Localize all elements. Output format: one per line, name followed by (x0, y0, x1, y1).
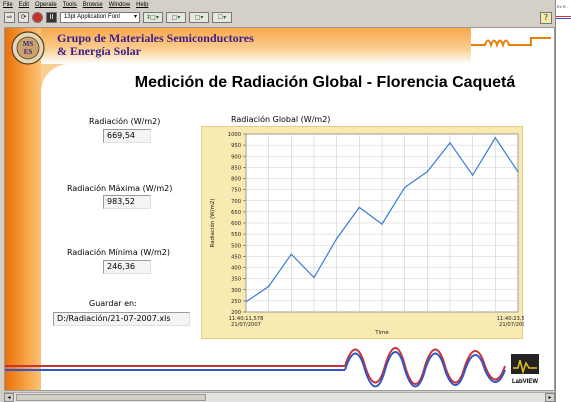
x-tick-label-end-date: 21/07/2007 (499, 322, 524, 328)
data-point (494, 137, 496, 139)
page-title: Medición de Radiación Global - Florencia… (134, 74, 516, 91)
y-tick-label: 300 (231, 288, 241, 294)
pause-button[interactable]: II (46, 12, 57, 23)
y-axis-label: Radiación (W/m2) (209, 198, 216, 247)
y-tick-label: 1000 (228, 132, 241, 138)
distribute-icon: □▾ (171, 14, 181, 21)
help-icon: ? (543, 13, 549, 22)
run-arrow-icon: ⇨ (6, 13, 13, 21)
y-tick-label: 750 (231, 188, 241, 194)
data-point (358, 206, 360, 209)
scrollbar-thumb[interactable] (16, 394, 206, 401)
run-button[interactable]: ⇨ (4, 12, 15, 23)
menu-window[interactable]: Window (109, 0, 130, 10)
y-tick-label: 800 (231, 177, 241, 183)
run-continuously-button[interactable]: ⟳ (18, 12, 29, 23)
distribute-objects-button[interactable]: □▾ (166, 12, 186, 23)
chart-label: Radiación Global (W/m2) (231, 115, 331, 124)
y-tick-label: 550 (231, 232, 241, 238)
resize-icon: □▾ (194, 14, 204, 21)
background-wires (556, 16, 571, 19)
menu-edit[interactable]: Edit (19, 0, 29, 10)
chart-canvas: 2002503003504004505005506006507007508008… (209, 132, 524, 336)
y-tick-label: 900 (231, 154, 241, 160)
abort-button[interactable]: ● (32, 12, 43, 23)
x-tick-label-start-date: 21/07/2007 (231, 322, 261, 328)
y-tick-label: 950 (231, 143, 241, 149)
radiacion-maxima-indicator: 983,52 (103, 195, 151, 209)
y-tick-label: 650 (231, 210, 241, 216)
labview-wordmark: LabVIEW (511, 379, 538, 385)
data-point (268, 285, 270, 288)
org-name-line2: & Energía Solar (57, 44, 141, 58)
signal-wave-decoration (471, 37, 551, 49)
background-window-edge: Ex R... (555, 0, 571, 402)
svg-text:MS: MS (23, 40, 34, 48)
radiacion-label: Radiación (W/m2) (89, 117, 161, 126)
organization-name: Grupo de Materiales Semiconductores & En… (57, 32, 254, 58)
align-icon: ‡□▾ (147, 14, 159, 21)
stop-icon: ● (34, 13, 41, 21)
y-tick-label: 850 (231, 165, 241, 171)
data-point (336, 237, 338, 240)
scroll-right-icon[interactable]: ▸ (545, 393, 555, 402)
horizontal-scrollbar[interactable]: ◂ ▸ (4, 392, 555, 402)
y-tick-label: 400 (231, 266, 241, 272)
data-point (381, 223, 383, 225)
reorder-button[interactable]: ☐▾ (212, 12, 232, 23)
chevron-down-icon: ▾ (133, 14, 137, 20)
data-point (313, 276, 315, 279)
radiacion-indicator: 669,54 (103, 129, 151, 143)
toolbar: ⇨ ⟳ ● II 13pt Application Font ▾ ‡□▾ □▾ … (0, 10, 555, 25)
context-help-button[interactable]: ? (540, 12, 552, 24)
menu-operate[interactable]: Operate (35, 0, 57, 10)
resize-objects-button[interactable]: □▾ (189, 12, 209, 23)
data-point (290, 253, 292, 255)
data-point (245, 301, 247, 303)
data-point (404, 186, 406, 188)
y-tick-label: 350 (231, 277, 241, 283)
menu-help[interactable]: Help (136, 0, 148, 10)
save-path-indicator[interactable]: D:/Radiación/21-07-2007.xls (53, 312, 190, 326)
data-point (449, 142, 451, 144)
data-point (517, 171, 519, 173)
pause-icon: II (49, 13, 54, 21)
scroll-left-icon[interactable]: ◂ (4, 393, 14, 402)
y-tick-label: 500 (231, 243, 241, 249)
menu-file[interactable]: File (3, 0, 13, 10)
y-tick-label: 600 (231, 221, 241, 227)
menu-browse[interactable]: Browse (83, 0, 103, 10)
font-select-value: 13pt Application Font (64, 14, 121, 20)
radiacion-maxima-label: Radiación Máxima (W/m2) (67, 184, 173, 193)
menu-bar: File Edit Operate Tools Browse Window He… (0, 0, 555, 10)
align-objects-button[interactable]: ‡□▾ (143, 12, 163, 23)
radiacion-minima-indicator: 246,36 (103, 260, 151, 274)
waveform-chart: 200 250 300 350 400 450 500 550 600 650 700 750 800 8… (201, 126, 524, 339)
cable-wave-decoration (5, 347, 506, 388)
data-point (472, 174, 474, 176)
radiacion-minima-label: Radiación Mínima (W/m2) (67, 248, 171, 257)
background-window-text: Ex R... (557, 4, 570, 9)
font-select[interactable]: 13pt Application Font ▾ (60, 12, 140, 23)
menu-tools[interactable]: Tools (63, 0, 77, 10)
guardar-en-label: Guardar en: (89, 299, 137, 308)
run-continuously-icon: ⟳ (20, 13, 27, 21)
data-point (426, 171, 428, 173)
labview-window: File Edit Operate Tools Browse Window He… (0, 0, 571, 402)
ues-seal-icon: MS ES (11, 31, 45, 65)
y-tick-label: 450 (231, 254, 241, 260)
y-tick-label: 250 (231, 299, 241, 305)
y-tick-label: 700 (231, 199, 241, 205)
reorder-icon: ☐▾ (217, 14, 227, 21)
svg-text:ES: ES (24, 48, 33, 56)
front-panel: MS ES Grupo de Materiales Semiconductore… (4, 27, 555, 391)
